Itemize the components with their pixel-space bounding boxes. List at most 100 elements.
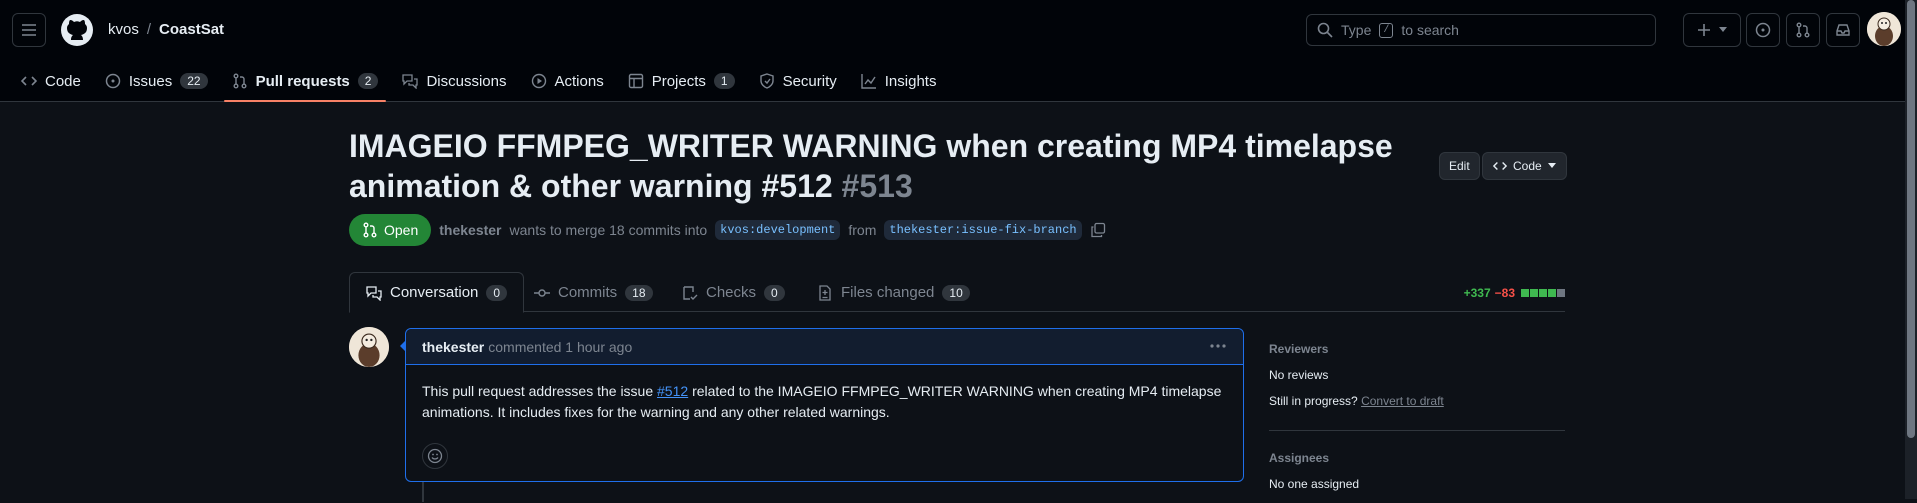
issue-opened-icon xyxy=(1755,22,1771,38)
nav-insights-label: Insights xyxy=(884,72,937,90)
nav-insights[interactable]: Insights xyxy=(849,60,949,102)
nav-security-label: Security xyxy=(782,72,837,90)
avatar-image-icon xyxy=(349,327,389,367)
nav-discussions-label: Discussions xyxy=(426,72,507,90)
diffstat-box xyxy=(1530,289,1538,297)
hamburger-icon xyxy=(22,24,36,36)
diffstat-box xyxy=(1548,289,1556,297)
kebab-horizontal-icon[interactable] xyxy=(1209,337,1227,355)
menu-button[interactable] xyxy=(12,13,46,47)
convert-to-draft-link[interactable]: Convert to draft xyxy=(1361,394,1444,408)
diffstat-deletions: −83 xyxy=(1494,286,1515,300)
nav-security[interactable]: Security xyxy=(747,60,849,102)
tab-conversation[interactable]: Conversation 0 xyxy=(349,272,525,313)
comment-author-avatar[interactable] xyxy=(349,327,389,367)
play-icon xyxy=(531,73,546,89)
create-new-button[interactable] xyxy=(1683,13,1741,47)
git-pull-request-icon xyxy=(363,222,377,238)
nav-projects[interactable]: Projects 1 xyxy=(616,60,747,102)
tab-checks-label: Checks xyxy=(706,284,757,301)
status-badge: Open xyxy=(349,214,432,246)
inbox-icon xyxy=(1836,24,1850,36)
nav-discussions[interactable]: Discussions xyxy=(390,60,518,102)
tab-files-label: Files changed xyxy=(841,284,935,301)
smiley-icon xyxy=(427,448,443,464)
nav-code-label: Code xyxy=(45,72,81,90)
timeline-line xyxy=(422,482,424,502)
comment-box: thekester commented 1 hour ago This pull… xyxy=(405,328,1244,482)
code-icon xyxy=(21,76,37,86)
comment-author[interactable]: thekester xyxy=(422,339,484,355)
nav-code[interactable]: Code xyxy=(9,60,93,102)
pulls-counter: 2 xyxy=(357,73,379,89)
diffstat-additions: +337 xyxy=(1463,286,1491,300)
tab-checks[interactable]: Checks 0 xyxy=(666,272,801,313)
scrollbar-thumb[interactable] xyxy=(1907,0,1915,438)
repo-link[interactable]: CoastSat xyxy=(159,21,224,38)
comment-body: This pull request addresses the issue #5… xyxy=(406,365,1243,439)
plus-icon xyxy=(1698,24,1710,36)
diffstat: +337 −83 xyxy=(1464,286,1565,300)
copy-icon[interactable] xyxy=(1090,222,1106,238)
shield-icon xyxy=(759,73,774,89)
code-dropdown-button[interactable]: Code xyxy=(1482,152,1567,180)
user-avatar[interactable] xyxy=(1867,12,1901,46)
pr-author-link[interactable]: thekester xyxy=(439,222,501,238)
page-title: IMAGEIO FFMPEG_WRITER WARNING when creat… xyxy=(349,126,1399,206)
edit-title-button[interactable]: Edit xyxy=(1439,152,1480,180)
owner-link[interactable]: kvos xyxy=(108,21,139,38)
conversation-counter: 0 xyxy=(486,284,508,301)
git-commit-icon xyxy=(534,288,550,297)
issue-opened-icon xyxy=(105,73,121,89)
pull-requests-shortcut-button[interactable] xyxy=(1786,13,1820,47)
base-branch[interactable]: kvos:development xyxy=(715,220,841,240)
nav-actions-label: Actions xyxy=(554,72,604,90)
table-icon xyxy=(628,73,643,89)
pr-sidebar: Reviewers No reviews Still in progress? … xyxy=(1269,342,1565,503)
breadcrumb: kvos / CoastSat xyxy=(108,21,224,38)
issues-shortcut-button[interactable] xyxy=(1746,13,1780,47)
diffstat-box xyxy=(1521,289,1529,297)
graph-icon xyxy=(861,74,876,89)
from-text: from xyxy=(848,222,877,238)
pr-number: #513 xyxy=(841,168,913,204)
pr-state-row: Open thekester wants to merge 18 commits… xyxy=(349,214,1106,246)
comment-discussion-icon xyxy=(402,74,419,89)
reviewers-heading[interactable]: Reviewers xyxy=(1269,342,1565,356)
nav-issues[interactable]: Issues 22 xyxy=(93,60,220,102)
comment-discussion-icon xyxy=(366,285,382,301)
commits-counter: 18 xyxy=(625,284,653,301)
search-placeholder-suffix: to search xyxy=(1401,22,1459,38)
git-pull-request-icon xyxy=(1796,22,1810,38)
search-placeholder-prefix: Type xyxy=(1341,22,1372,38)
reviewers-value: No reviews xyxy=(1269,368,1329,382)
scrollbar[interactable] xyxy=(1905,0,1917,499)
tab-commits[interactable]: Commits 18 xyxy=(518,272,669,313)
checklist-icon xyxy=(683,285,698,300)
inbox-button[interactable] xyxy=(1826,13,1860,47)
global-header: kvos / CoastSat Type / to search Code Is… xyxy=(0,0,1917,102)
issue-link[interactable]: #512 xyxy=(657,383,688,399)
github-logo-icon[interactable] xyxy=(60,13,94,47)
pr-tabs: Conversation 0 Commits 18 Checks 0 Files… xyxy=(349,272,1565,313)
search-input[interactable]: Type / to search xyxy=(1306,14,1656,46)
diffstat-box xyxy=(1557,289,1565,297)
projects-counter: 1 xyxy=(713,73,735,89)
nav-projects-label: Projects xyxy=(651,72,706,90)
add-reaction-button[interactable] xyxy=(422,443,448,469)
nav-issues-label: Issues xyxy=(128,72,173,90)
nav-actions[interactable]: Actions xyxy=(519,60,616,102)
comment-time[interactable]: commented 1 hour ago xyxy=(488,339,632,355)
diffstat-box xyxy=(1539,289,1547,297)
comment-text-before: This pull request addresses the issue xyxy=(422,383,654,399)
nav-pull-requests[interactable]: Pull requests 2 xyxy=(220,60,391,102)
file-diff-icon xyxy=(819,284,831,301)
code-icon xyxy=(1493,162,1507,170)
assignees-heading[interactable]: Assignees xyxy=(1269,451,1565,465)
comment-header: thekester commented 1 hour ago xyxy=(406,329,1243,365)
triangle-down-icon xyxy=(1547,163,1556,168)
repo-nav: Code Issues 22 Pull requests 2 Discussio… xyxy=(0,60,948,102)
status-label: Open xyxy=(384,222,419,238)
tab-files-changed[interactable]: Files changed 10 xyxy=(801,272,986,313)
head-branch[interactable]: thekester:issue-fix-branch xyxy=(884,220,1082,240)
